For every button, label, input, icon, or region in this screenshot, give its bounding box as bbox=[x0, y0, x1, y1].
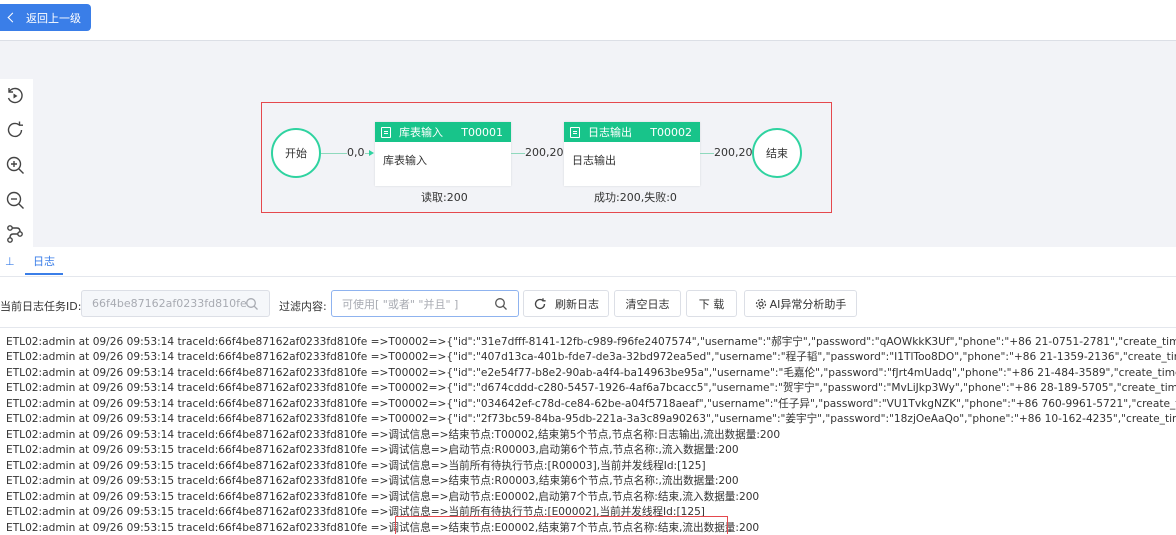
node-id: T00001 bbox=[461, 125, 503, 139]
content-filter-input[interactable]: 可使用[ "或者" "并且" ] bbox=[331, 290, 519, 317]
log-line: ETL02:admin at 09/26 09:53:15 traceId:66… bbox=[6, 491, 760, 503]
end-node-label: 结束 bbox=[766, 147, 788, 160]
node-log-output[interactable]: 日志输出 T00002 日志输出 bbox=[564, 122, 700, 186]
top-bar: 返回上一级 bbox=[0, 0, 1176, 41]
refresh-log-label: 刷新日志 bbox=[555, 297, 599, 311]
clear-log-button[interactable]: 清空日志 bbox=[614, 290, 681, 317]
refresh-icon bbox=[534, 297, 546, 309]
node-title: 库表输入 bbox=[399, 126, 443, 139]
log-line: ETL02:admin at 09/26 09:53:15 traceId:66… bbox=[6, 460, 706, 472]
edge-label-3: 200,200 bbox=[714, 146, 752, 159]
refresh-log-button[interactable]: 刷新日志 bbox=[523, 290, 609, 317]
content-filter-label: 过滤内容: bbox=[279, 300, 327, 313]
log-panel[interactable]: ETL02:admin at 09/26 09:53:14 traceId:66… bbox=[0, 327, 1176, 535]
back-button-label: 返回上一级 bbox=[26, 11, 81, 25]
log-line: ETL02:admin at 09/26 09:53:14 traceId:66… bbox=[6, 336, 1176, 348]
zoom-out-icon[interactable] bbox=[4, 189, 26, 211]
node-title: 日志输出 bbox=[588, 126, 632, 139]
log-line: ETL02:admin at 09/26 09:53:15 traceId:66… bbox=[6, 475, 739, 487]
log-line: ETL02:admin at 09/26 09:53:14 traceId:66… bbox=[6, 367, 1176, 379]
search-icon[interactable] bbox=[494, 297, 508, 311]
node-header: 日志输出 T00002 bbox=[564, 122, 700, 142]
edge-label-1: 0,0 bbox=[347, 146, 365, 159]
node-body: 日志输出 bbox=[572, 154, 616, 167]
tab-log[interactable]: 日志 bbox=[25, 248, 63, 275]
content-filter-placeholder: 可使用[ "或者" "并且" ] bbox=[342, 297, 459, 311]
clear-log-label: 清空日志 bbox=[625, 297, 670, 311]
log-line: ETL02:admin at 09/26 09:53:14 traceId:66… bbox=[6, 382, 1176, 394]
refresh-icon[interactable] bbox=[4, 119, 26, 141]
ai-assistant-label: AI异常分析助手 bbox=[769, 297, 847, 311]
task-id-value: 66f4be87162af0233fd810fe bbox=[92, 297, 247, 310]
collapse-icon[interactable]: ⊥ bbox=[5, 255, 15, 268]
ai-assistant-button[interactable]: AI异常分析助手 bbox=[744, 290, 857, 317]
node-stat: 读取:200 bbox=[421, 191, 468, 204]
chevron-left-icon bbox=[7, 12, 18, 23]
log-line: ETL02:admin at 09/26 09:53:14 traceId:66… bbox=[6, 413, 1176, 425]
node-id: T00002 bbox=[650, 125, 692, 139]
end-node[interactable]: 结束 bbox=[752, 128, 802, 178]
node-table-input[interactable]: 库表输入 T00001 库表输入 bbox=[375, 122, 511, 186]
log-highlight-box bbox=[395, 516, 728, 534]
start-node[interactable]: 开始 bbox=[271, 128, 321, 178]
task-id-input: 66f4be87162af0233fd810fe bbox=[81, 290, 270, 317]
log-line: ETL02:admin at 09/26 09:53:14 traceId:66… bbox=[6, 351, 1176, 363]
log-tabs: ⊥ 日志 bbox=[0, 248, 1176, 277]
edge-arrow-icon bbox=[369, 150, 374, 156]
undo-icon[interactable] bbox=[4, 85, 26, 107]
node-stat: 成功:200,失败:0 bbox=[594, 191, 677, 204]
log-line: ETL02:admin at 09/26 09:53:14 traceId:66… bbox=[6, 398, 1176, 410]
download-label: 下 载 bbox=[698, 297, 725, 311]
edge-label-2: 200,200 bbox=[525, 146, 563, 159]
log-line: ETL02:admin at 09/26 09:53:15 traceId:66… bbox=[6, 444, 739, 456]
document-icon bbox=[381, 126, 391, 138]
document-icon bbox=[570, 126, 580, 138]
log-line: ETL02:admin at 09/26 09:53:14 traceId:66… bbox=[6, 429, 781, 441]
filter-row: 当前日志任务ID: 66f4be87162af0233fd810fe 过滤内容:… bbox=[0, 276, 1176, 326]
layout-icon[interactable] bbox=[4, 223, 26, 245]
gear-icon bbox=[755, 298, 766, 309]
search-icon bbox=[246, 298, 258, 310]
start-node-label: 开始 bbox=[285, 147, 307, 160]
node-body: 库表输入 bbox=[383, 154, 427, 167]
node-header: 库表输入 T00001 bbox=[375, 122, 511, 142]
back-button[interactable]: 返回上一级 bbox=[0, 4, 91, 31]
download-button[interactable]: 下 载 bbox=[686, 290, 737, 317]
canvas-toolbar bbox=[0, 79, 33, 247]
zoom-in-icon[interactable] bbox=[4, 154, 26, 176]
task-id-label: 当前日志任务ID: bbox=[0, 300, 82, 313]
